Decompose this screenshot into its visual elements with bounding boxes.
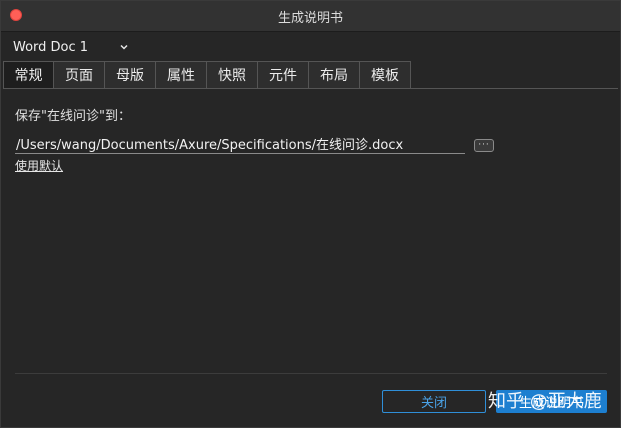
tab-general[interactable]: 常规 bbox=[3, 61, 54, 89]
tab-bar: 常规 页面 母版 属性 快照 元件 布局 模板 bbox=[3, 61, 411, 89]
tab-screenshot[interactable]: 快照 bbox=[207, 61, 258, 89]
browse-button[interactable]: ··· bbox=[474, 139, 494, 152]
tab-masters[interactable]: 母版 bbox=[105, 61, 156, 89]
general-panel bbox=[3, 88, 618, 374]
tab-properties[interactable]: 属性 bbox=[156, 61, 207, 89]
close-button[interactable]: 关闭 bbox=[382, 390, 486, 413]
tab-layout[interactable]: 布局 bbox=[309, 61, 360, 89]
title-bar: 生成说明书 bbox=[1, 1, 620, 32]
tab-template[interactable]: 模板 bbox=[360, 61, 411, 89]
chevron-down-icon bbox=[120, 44, 128, 50]
tab-widgets[interactable]: 元件 bbox=[258, 61, 309, 89]
footer-divider bbox=[15, 373, 607, 374]
save-path-input[interactable] bbox=[15, 134, 465, 154]
dialog-window: 生成说明书 Word Doc 1 常规 页面 母版 属性 快照 元件 布局 模板… bbox=[0, 0, 621, 428]
use-default-link[interactable]: 使用默认 bbox=[15, 157, 63, 174]
doc-format-value: Word Doc 1 bbox=[13, 39, 89, 55]
generate-button[interactable]: 生成说明书 bbox=[496, 390, 607, 413]
window-title: 生成说明书 bbox=[277, 11, 343, 26]
save-location-label: 保存"在线问诊"到： bbox=[15, 109, 131, 124]
tab-pages[interactable]: 页面 bbox=[54, 61, 105, 89]
doc-format-select[interactable]: Word Doc 1 bbox=[13, 37, 130, 57]
